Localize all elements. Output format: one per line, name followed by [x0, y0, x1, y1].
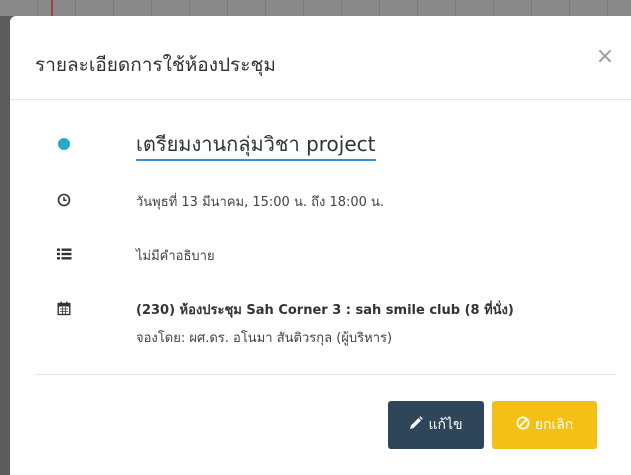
- page-backdrop: [0, 0, 631, 16]
- room-name: (230) ห้องประชุม Sah Corner 3 : sah smil…: [136, 303, 514, 318]
- modal-header: รายละเอียดการใช้ห้องประชุม ×: [10, 16, 631, 100]
- booked-by: จองโดย: ผศ.ดร. อโนมา สันติวรกุล (ผู้บริห…: [136, 331, 393, 346]
- close-button[interactable]: ×: [595, 46, 615, 70]
- cancel-button[interactable]: ยกเลิก: [492, 401, 597, 449]
- clock-icon: [54, 190, 74, 210]
- event-title: เตรียมงานกลุ่มวิชา project: [136, 132, 376, 161]
- event-datetime: วันพุธที่ 13 มีนาคม, 15:00 น. ถึง 18:00 …: [136, 195, 385, 210]
- ban-icon: [516, 416, 535, 434]
- cancel-button-label: ยกเลิก: [534, 417, 574, 433]
- booking-detail-modal: รายละเอียดการใช้ห้องประชุม × เตรียมงานกล…: [10, 16, 631, 475]
- edit-button-label: แก้ไข: [428, 417, 463, 433]
- event-description: ไม่มีคำอธิบาย: [136, 249, 215, 264]
- modal-footer-divider: [35, 374, 616, 375]
- edit-button[interactable]: แก้ไข: [388, 401, 484, 449]
- status-dot-icon: [54, 134, 74, 154]
- list-icon: [54, 244, 74, 264]
- calendar-icon: [54, 298, 74, 318]
- pencil-icon: [409, 416, 428, 434]
- modal-title: รายละเอียดการใช้ห้องประชุม: [35, 54, 276, 76]
- backdrop-calendar-line: [51, 0, 53, 16]
